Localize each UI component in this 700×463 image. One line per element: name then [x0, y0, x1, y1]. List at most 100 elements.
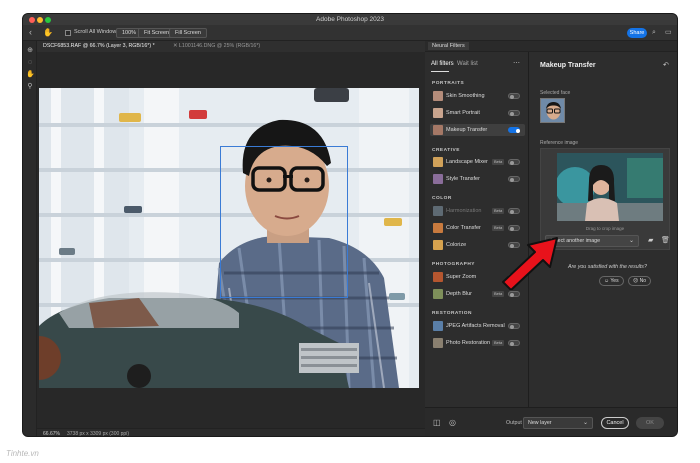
tab-l1001146-label: L1001146.DNG @ 25% (RGB/16*) — [178, 43, 261, 49]
folder-icon[interactable]: ▰ — [648, 237, 653, 245]
more-options-icon[interactable]: ⋯ — [513, 59, 520, 67]
document-dimensions: 3738 px x 3309 px (300 ppi) — [67, 431, 129, 437]
yes-button[interactable]: ☺ Yes — [599, 276, 624, 286]
filter-toggle[interactable] — [508, 110, 520, 116]
zoom-tool-icon[interactable]: ⚲ — [26, 83, 34, 91]
filter-toggle[interactable] — [508, 340, 520, 346]
scroll-all-windows-label: Scroll All Windows — [74, 29, 119, 35]
reference-photo — [557, 153, 663, 221]
filter-thumb — [433, 338, 443, 348]
neural-filters-tabbar: Neural Filters — [425, 41, 677, 52]
filter-row-photo-restoration[interactable]: Photo Restoration Beta — [430, 337, 525, 349]
back-home-icon[interactable]: ‹ — [29, 28, 32, 37]
satisfaction-question: Are you satisfied with the results? — [568, 264, 647, 270]
hand-tool-icon[interactable]: ✋ — [26, 71, 35, 79]
beta-badge: Beta — [492, 159, 505, 165]
tab-neural-filters[interactable]: Neural Filters — [428, 42, 469, 50]
filter-thumb — [433, 321, 443, 331]
hand-tool-icon[interactable]: ✋ — [43, 28, 53, 37]
red-arrow-annotation — [502, 237, 558, 290]
title-bar: Adobe Photoshop 2023 — [23, 14, 677, 25]
filter-thumb — [433, 206, 443, 216]
section-portraits: PORTRAITS — [432, 81, 465, 86]
filter-toggle[interactable] — [508, 208, 520, 214]
no-button[interactable]: ☹ No — [628, 276, 652, 286]
window-title: Adobe Photoshop 2023 — [316, 16, 384, 23]
trash-icon[interactable]: 🗑 — [661, 237, 670, 245]
layer-preview-icon[interactable]: ◎ — [449, 418, 456, 427]
filter-row-jpeg-artifacts-removal[interactable]: JPEG Artifacts Removal — [430, 320, 525, 332]
filter-name: Colorize — [446, 242, 467, 248]
filter-thumb — [433, 223, 443, 233]
filter-toggle[interactable] — [508, 127, 520, 133]
section-creative: CREATIVE — [432, 148, 460, 153]
cancel-button[interactable]: Cancel — [601, 417, 629, 429]
selected-face-thumbnail[interactable] — [540, 98, 565, 123]
section-restoration: RESTORATION — [432, 311, 472, 316]
reference-image[interactable] — [557, 153, 663, 221]
search-icon[interactable]: ⌕ — [652, 28, 656, 37]
filter-toggle[interactable] — [508, 291, 520, 297]
tab-all-filters[interactable]: All filters — [431, 61, 454, 67]
yes-label: Yes — [610, 278, 619, 284]
section-photography: PHOTOGRAPHY — [432, 262, 475, 267]
tab-wait-list[interactable]: Wait list — [457, 61, 478, 67]
tools-panel: ⊕ ◌ ✋ ⚲ — [23, 41, 37, 436]
neural-filters-footer: ◫ ◎ Output New layer ⌄ Cancel OK — [425, 407, 677, 436]
filter-thumb — [433, 289, 443, 299]
filter-name: Skin Smoothing — [446, 93, 485, 99]
move-tool-icon[interactable]: ⊕ — [26, 47, 34, 55]
chevron-down-icon: ⌄ — [582, 420, 588, 426]
filter-row-harmonization[interactable]: Harmonization Beta — [430, 205, 525, 217]
filter-row-smart-portrait[interactable]: Smart Portrait — [430, 107, 525, 119]
preview-toggle-icon[interactable]: ◫ — [433, 418, 441, 427]
photoshop-window: Adobe Photoshop 2023 ‹ ✋ Scroll All Wind… — [22, 13, 678, 437]
document-tabs: DSCF6853.RAF @ 66.7% (Layer 3, RGB/16*) … — [37, 41, 425, 52]
face-thumbnail-image — [541, 99, 564, 122]
filter-toggle[interactable] — [508, 93, 520, 99]
fill-screen-button[interactable]: Fill Screen — [169, 28, 207, 38]
section-color: COLOR — [432, 196, 452, 201]
filter-toggle[interactable] — [508, 176, 520, 182]
ok-button[interactable]: OK — [636, 417, 664, 429]
filter-name: Depth Blur — [446, 291, 472, 297]
no-label: No — [639, 278, 647, 284]
share-button[interactable]: Share — [627, 28, 647, 38]
status-bar: 66.67% 3738 px x 3309 px (300 ppi) — [37, 428, 425, 437]
filter-thumb — [433, 272, 443, 282]
options-bar: ‹ ✋ Scroll All Windows 100% Fit Screen F… — [23, 25, 677, 41]
filter-name: Smart Portrait — [446, 110, 480, 116]
filter-detail-title: Makeup Transfer — [540, 62, 596, 69]
beta-badge: Beta — [492, 291, 505, 297]
watermark: Tinhte.vn — [6, 449, 39, 458]
filter-name: Photo Restoration — [446, 340, 491, 346]
selected-face-label: Selected face — [540, 90, 571, 96]
filter-row-style-transfer[interactable]: Style Transfer — [430, 173, 525, 185]
tab-dscf6853[interactable]: DSCF6853.RAF @ 66.7% (Layer 3, RGB/16*) … — [43, 43, 155, 49]
output-label: Output — [506, 420, 522, 426]
tab-l1001146[interactable]: ✕ L1001146.DNG @ 25% (RGB/16*) — [173, 43, 260, 49]
filter-row-skin-smoothing[interactable]: Skin Smoothing — [430, 90, 525, 102]
filter-name: Harmonization — [446, 208, 482, 214]
filter-name: Makeup Transfer — [446, 127, 488, 133]
filter-row-makeup-transfer[interactable]: Makeup Transfer — [430, 124, 525, 136]
filter-thumb — [433, 125, 443, 135]
filter-name: Super Zoom — [446, 274, 477, 280]
lasso-tool-icon[interactable]: ◌ — [26, 59, 34, 67]
workspace-icon[interactable]: ▭ — [665, 28, 672, 37]
face-detection-box[interactable] — [220, 146, 348, 298]
reset-icon[interactable]: ↶ — [663, 61, 669, 69]
filter-thumb — [433, 174, 443, 184]
document-image[interactable] — [39, 88, 419, 388]
filter-thumb — [433, 108, 443, 118]
scroll-all-windows-checkbox[interactable] — [65, 30, 71, 36]
filter-row-landscape-mixer[interactable]: Landscape Mixer Beta — [430, 156, 525, 168]
filter-toggle[interactable] — [508, 323, 520, 329]
filter-toggle[interactable] — [508, 159, 520, 165]
output-dropdown[interactable]: New layer ⌄ — [523, 417, 593, 429]
beta-badge: Beta — [492, 208, 505, 214]
output-value: New layer — [528, 420, 552, 426]
chevron-down-icon: ⌄ — [628, 238, 634, 244]
zoom-level[interactable]: 66.67% — [43, 431, 60, 436]
canvas-area[interactable] — [37, 52, 425, 428]
